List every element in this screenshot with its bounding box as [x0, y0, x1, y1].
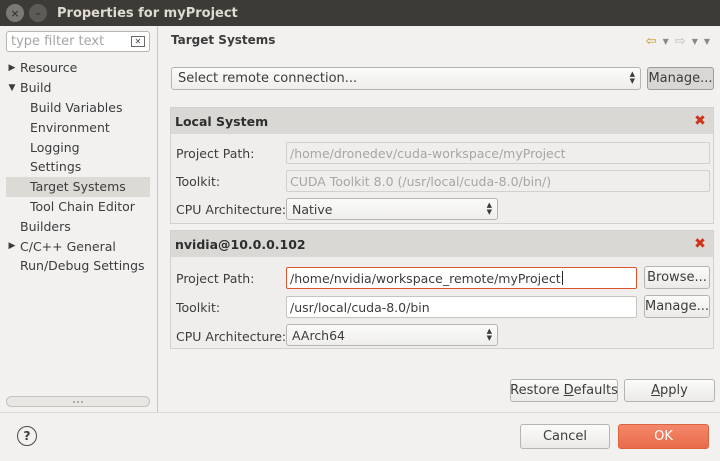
- tree-item-label: Builders: [20, 218, 71, 234]
- remove-icon[interactable]: ✖: [693, 237, 707, 251]
- target-systems-page: Target Systems ⇦ ▼ ⇨ ▼ ▼ Select remote c…: [159, 26, 720, 412]
- mnemonic-letter: A: [651, 383, 661, 398]
- filter-input[interactable]: type filter text ✕: [6, 31, 150, 52]
- tree-item-tool-chain-editor[interactable]: Tool Chain Editor: [0, 197, 157, 217]
- mnemonic-letter: D: [563, 383, 574, 398]
- apply-button[interactable]: Apply: [624, 379, 715, 402]
- tree-item-build[interactable]: ▼ Build: [0, 78, 157, 98]
- remote-connection-value: Select remote connection...: [178, 71, 358, 86]
- tree-item-label: Run/Debug Settings: [20, 258, 145, 274]
- section-title: nvidia@10.0.0.102: [175, 236, 306, 252]
- tree-item-label: Build Variables: [30, 99, 123, 115]
- button-label-part: efaults: [573, 383, 618, 398]
- view-menu-icon[interactable]: ▼: [704, 37, 710, 46]
- back-arrow-icon[interactable]: ⇦: [646, 34, 657, 49]
- remote-project-path-field[interactable]: /home/nvidia/workspace_remote/myProject: [286, 267, 637, 289]
- back-history-dropdown-icon[interactable]: ▼: [663, 37, 669, 46]
- properties-nav-pane: type filter text ✕ ▶ Resource ▼ Build Bu…: [0, 26, 158, 412]
- spinner-arrows-icon: ▲ ▼: [486, 201, 492, 216]
- window-title: Properties for myProject: [57, 5, 238, 21]
- local-toolkit-field: CUDA Toolkit 8.0 (/usr/local/cuda-8.0/bi…: [286, 170, 710, 192]
- help-icon[interactable]: ?: [17, 426, 37, 446]
- section-title: Local System: [175, 113, 269, 129]
- dialog-button-bar: ? Cancel OK: [0, 412, 720, 461]
- restore-defaults-button[interactable]: Restore Defaults: [510, 379, 618, 402]
- manage-toolkit-button[interactable]: Manage...: [644, 295, 710, 318]
- remove-icon[interactable]: ✖: [693, 114, 707, 128]
- tree-item-target-systems[interactable]: Target Systems: [6, 176, 150, 197]
- properties-tree: ▶ Resource ▼ Build Build Variables Envir…: [0, 58, 157, 276]
- tree-item-resource[interactable]: ▶ Resource: [0, 58, 157, 78]
- expand-arrow-icon[interactable]: ▶: [4, 63, 20, 73]
- tree-item-label: Resource: [20, 60, 78, 76]
- tree-item-settings[interactable]: Settings: [0, 157, 157, 177]
- expand-arrow-icon[interactable]: ▶: [4, 241, 20, 251]
- close-window-button[interactable]: ×: [6, 4, 24, 22]
- project-path-label: Project Path:: [176, 271, 255, 286]
- button-label-part: pply: [660, 383, 688, 398]
- collapse-arrow-icon[interactable]: ▼: [4, 83, 20, 93]
- tree-item-run-debug-settings[interactable]: Run/Debug Settings: [0, 256, 157, 276]
- tree-item-label: Tool Chain Editor: [30, 198, 135, 214]
- cpu-architecture-value: Native: [292, 201, 333, 217]
- cpu-architecture-value: AArch64: [292, 327, 346, 343]
- text-cursor: [561, 271, 563, 285]
- remote-system-header: nvidia@10.0.0.102 ✖: [171, 231, 713, 257]
- minimize-window-button[interactable]: –: [29, 4, 47, 22]
- page-title: Target Systems: [171, 33, 276, 47]
- spinner-arrows-icon: ▲ ▼: [486, 327, 492, 342]
- manage-connections-button[interactable]: Manage...: [647, 67, 714, 90]
- cancel-button[interactable]: Cancel: [520, 424, 610, 449]
- clear-filter-icon[interactable]: ✕: [131, 36, 145, 47]
- remote-cpu-architecture-select[interactable]: AArch64 ▲ ▼: [286, 324, 498, 346]
- forward-arrow-icon[interactable]: ⇨: [675, 34, 686, 49]
- ok-button[interactable]: OK: [618, 424, 709, 449]
- spinner-arrows-icon: ▲ ▼: [629, 70, 635, 85]
- horizontal-scrollbar[interactable]: [6, 396, 150, 407]
- tree-item-label: C/C++ General: [20, 238, 116, 254]
- tree-item-logging[interactable]: Logging: [0, 137, 157, 157]
- tree-item-label: Environment: [30, 119, 110, 135]
- remote-project-path-value: /home/nvidia/workspace_remote/myProject: [290, 270, 561, 286]
- remote-system-section: nvidia@10.0.0.102 ✖ Project Path: /home/…: [170, 230, 714, 349]
- toolkit-label: Toolkit:: [176, 300, 221, 315]
- tree-item-build-variables[interactable]: Build Variables: [0, 98, 157, 118]
- page-navigation: ⇦ ▼ ⇨ ▼ ▼: [646, 34, 710, 49]
- tree-item-label: Settings: [30, 159, 82, 175]
- title-bar: × – Properties for myProject: [0, 0, 720, 26]
- tree-item-label: Build: [20, 80, 52, 96]
- project-path-label: Project Path:: [176, 146, 255, 161]
- cpu-architecture-label: CPU Architecture:: [176, 329, 287, 344]
- browse-button[interactable]: Browse...: [644, 266, 710, 289]
- toolkit-label: Toolkit:: [176, 174, 221, 189]
- local-project-path-field: /home/dronedev/cuda-workspace/myProject: [286, 142, 710, 164]
- button-label-part: Restore: [510, 383, 564, 398]
- filter-placeholder: type filter text: [11, 34, 105, 49]
- tree-item-label: Target Systems: [30, 179, 126, 195]
- local-cpu-architecture-select[interactable]: Native ▲ ▼: [286, 198, 498, 220]
- tree-item-environment[interactable]: Environment: [0, 117, 157, 137]
- tree-item-builders[interactable]: Builders: [0, 216, 157, 236]
- local-system-section: Local System ✖ Project Path: /home/drone…: [170, 107, 714, 224]
- remote-connection-select[interactable]: Select remote connection... ▲ ▼: [171, 67, 641, 90]
- local-system-header: Local System ✖: [171, 108, 713, 134]
- forward-history-dropdown-icon[interactable]: ▼: [692, 37, 698, 46]
- tree-item-cpp-general[interactable]: ▶ C/C++ General: [0, 236, 157, 256]
- tree-item-label: Logging: [30, 139, 80, 155]
- remote-toolkit-field[interactable]: /usr/local/cuda-8.0/bin: [286, 296, 637, 318]
- cpu-architecture-label: CPU Architecture:: [176, 202, 287, 217]
